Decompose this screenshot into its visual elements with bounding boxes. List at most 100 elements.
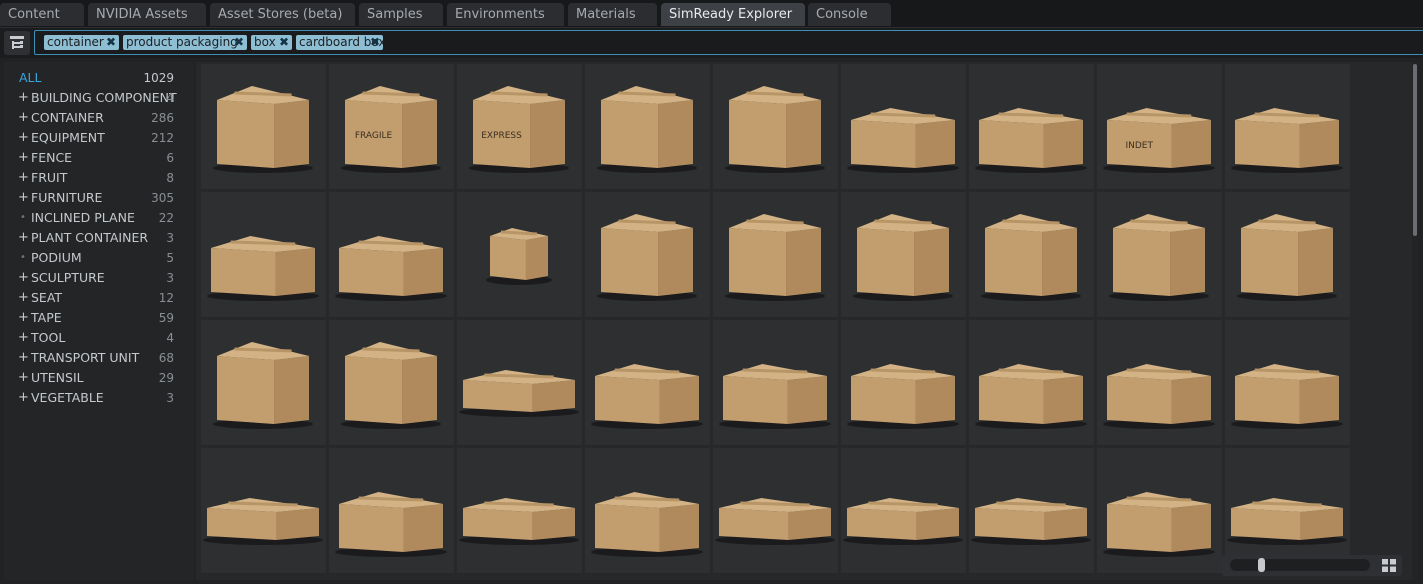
asset-thumbnail[interactable] [329,320,454,445]
asset-thumbnail[interactable] [201,448,326,573]
tab-environments[interactable]: Environments [447,3,564,26]
expand-icon[interactable]: + [18,128,29,148]
tab-console[interactable]: Console [808,3,891,26]
asset-thumbnail[interactable] [1225,192,1350,317]
search-chip-label: container [47,35,104,49]
asset-thumbnail[interactable] [585,64,710,189]
category-label: CONTAINER [31,110,104,125]
asset-thumbnail[interactable] [713,192,838,317]
cardboard-box-icon [853,214,953,301]
cardboard-box-icon [591,492,703,557]
asset-thumbnail[interactable] [585,192,710,317]
category-item-equipment[interactable]: + EQUIPMENT 212 [4,128,182,148]
asset-thumbnail[interactable] [457,320,582,445]
bullet-icon: • [20,252,26,263]
search-input[interactable]: container ✖ product packaging ✖ box ✖ cardboar… [34,30,1423,55]
expand-icon[interactable]: + [18,88,29,108]
asset-thumbnail[interactable] [841,192,966,317]
category-item-tool[interactable]: + TOOL 4 [4,328,182,348]
category-item-building-component[interactable]: + BUILDING COMPONENT 4 [4,88,182,108]
chip-close-icon[interactable]: ✖ [234,35,244,50]
asset-thumbnail[interactable] [329,448,454,573]
asset-thumbnail[interactable] [585,320,710,445]
zoom-slider[interactable] [1230,559,1370,571]
grid-scrollbar-thumb[interactable] [1413,64,1417,236]
asset-thumbnail[interactable] [1097,320,1222,445]
asset-thumbnail[interactable] [457,448,582,573]
tab-nvidia-assets[interactable]: NVIDIA Assets [88,3,206,26]
expand-icon[interactable]: + [18,328,29,348]
category-item-tape[interactable]: + TAPE 59 [4,308,182,328]
expand-icon[interactable]: + [18,148,29,168]
category-count: 22 [158,211,174,225]
tab-content[interactable]: Content [0,3,84,26]
tab-asset-stores-beta[interactable]: Asset Stores (beta) [210,3,355,26]
category-label: FURNITURE [31,190,103,205]
asset-thumbnail[interactable] [201,192,326,317]
filter-tree-button[interactable] [4,31,30,55]
category-item-transport-unit[interactable]: + TRANSPORT UNIT 68 [4,348,182,368]
category-item-fruit[interactable]: + FRUIT 8 [4,168,182,188]
asset-thumbnail[interactable]: FRAGILE [329,64,454,189]
asset-thumbnail[interactable] [969,448,1094,573]
asset-thumbnail[interactable] [1225,320,1350,445]
tab-materials[interactable]: Materials [568,3,657,26]
category-item-fence[interactable]: + FENCE 6 [4,148,182,168]
expand-icon[interactable]: + [18,368,29,388]
bullet-icon: • [20,212,26,223]
category-item-seat[interactable]: + SEAT 12 [4,288,182,308]
category-item-furniture[interactable]: + FURNITURE 305 [4,188,182,208]
asset-thumbnail[interactable] [329,192,454,317]
box-print-label: EXPRESS [481,131,522,141]
chip-close-icon[interactable]: ✖ [279,35,289,50]
category-count: 12 [158,291,174,305]
expand-icon[interactable]: + [18,308,29,328]
asset-thumbnail[interactable] [457,192,582,317]
asset-thumbnail[interactable] [201,64,326,189]
asset-thumbnail[interactable] [713,320,838,445]
tab-samples[interactable]: Samples [359,3,443,26]
expand-icon[interactable]: + [18,188,29,208]
asset-thumbnail[interactable] [201,320,326,445]
expand-icon[interactable]: + [18,108,29,128]
category-item-all[interactable]: ALL 1029 [4,68,182,88]
expand-icon[interactable]: + [18,168,29,188]
category-label: SCULPTURE [31,270,105,285]
expand-icon[interactable]: + [18,288,29,308]
zoom-slider-handle[interactable] [1258,558,1265,572]
asset-thumbnail[interactable] [841,448,966,573]
grid-view-icon[interactable] [1382,559,1396,572]
category-item-sculpture[interactable]: + SCULPTURE 3 [4,268,182,288]
asset-thumbnail[interactable] [713,64,838,189]
category-item-podium[interactable]: • PODIUM 5 [4,248,182,268]
expand-icon[interactable]: + [18,268,29,288]
asset-thumbnail[interactable] [969,320,1094,445]
asset-thumbnail[interactable]: EXPRESS [457,64,582,189]
tab-simready-explorer[interactable]: SimReady Explorer [661,3,805,26]
asset-thumbnail[interactable] [713,448,838,573]
asset-thumbnail[interactable] [841,64,966,189]
category-item-utensil[interactable]: + UTENSIL 29 [4,368,182,388]
expand-icon[interactable]: + [18,388,29,408]
chip-close-icon[interactable]: ✖ [106,35,116,50]
asset-thumbnail[interactable] [841,320,966,445]
category-item-container[interactable]: + CONTAINER 286 [4,108,182,128]
tab-bar: Content NVIDIA Assets Asset Stores (beta) S… [0,0,1423,28]
expand-icon[interactable]: + [18,228,29,248]
category-item-inclined-plane[interactable]: • INCLINED PLANE 22 [4,208,182,228]
asset-thumbnail[interactable] [969,192,1094,317]
chip-close-icon[interactable]: ✖ [370,35,380,50]
asset-thumbnail[interactable] [585,448,710,573]
cardboard-box-icon [335,236,447,301]
category-item-plant-container[interactable]: + PLANT CONTAINER 3 [4,228,182,248]
asset-thumbnail[interactable] [969,64,1094,189]
cardboard-box-icon [725,86,825,173]
asset-thumbnail[interactable] [1225,64,1350,189]
category-item-vegetable[interactable]: + VEGETABLE 3 [4,388,182,408]
asset-thumbnail[interactable] [1097,192,1222,317]
search-chip-box: box ✖ [251,35,292,50]
category-label: PODIUM [31,250,82,265]
expand-icon[interactable]: + [18,348,29,368]
asset-thumbnail[interactable] [1097,448,1222,573]
asset-thumbnail[interactable]: INDET [1097,64,1222,189]
